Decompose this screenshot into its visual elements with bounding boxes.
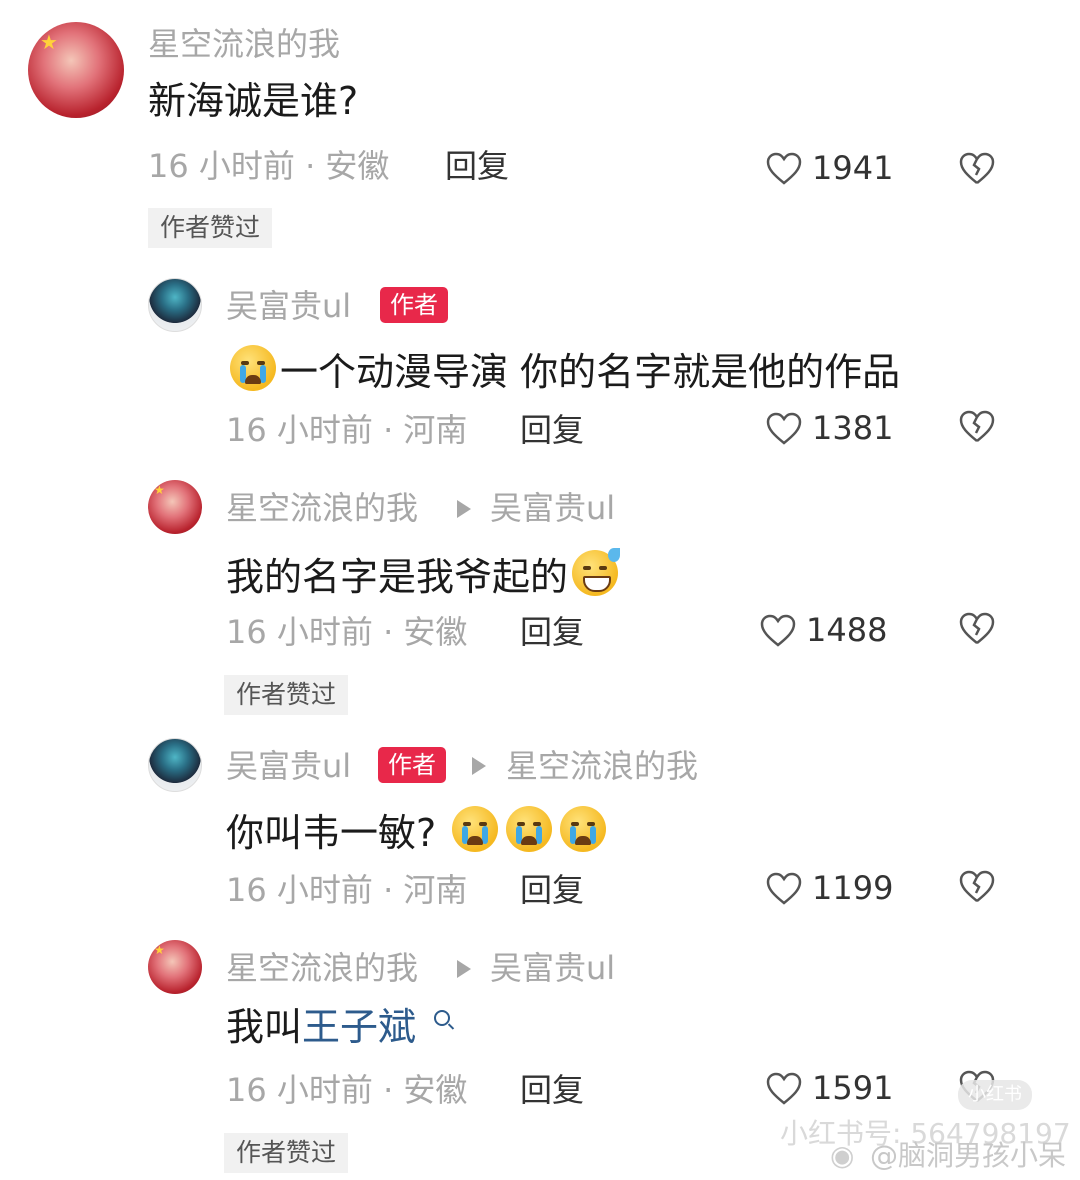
reply-button[interactable]: 回复 — [520, 414, 584, 446]
search-link[interactable]: 王子斌 — [302, 1005, 416, 1049]
reply-button[interactable]: 回复 — [520, 1074, 584, 1106]
comment-text: 新海诚是谁? — [148, 79, 359, 123]
reply-arrow-icon — [457, 960, 471, 978]
like-count: 1941 — [812, 149, 894, 187]
author-liked-badge: 作者赞过 — [224, 1133, 349, 1173]
broken-heart-icon[interactable] — [958, 152, 996, 186]
broken-heart-icon[interactable] — [958, 870, 996, 904]
author-tag: 作者 — [380, 287, 448, 323]
heart-icon — [760, 614, 796, 647]
crying-emoji-icon — [560, 806, 607, 852]
avatar[interactable] — [148, 278, 202, 332]
like-count: 1199 — [812, 869, 894, 907]
broken-heart-icon[interactable] — [958, 410, 996, 444]
heart-icon — [766, 152, 802, 185]
like-button[interactable]: 1591 — [766, 1070, 896, 1110]
grinning-sweat-emoji-icon — [572, 548, 621, 596]
heart-icon — [766, 412, 802, 445]
like-button[interactable]: 1199 — [766, 870, 896, 910]
heart-icon — [766, 1072, 802, 1105]
crying-emoji-icon — [452, 806, 499, 852]
reply-button[interactable]: 回复 — [520, 616, 584, 648]
avatar[interactable]: ★ — [148, 940, 202, 994]
avatar[interactable]: ★ — [28, 22, 124, 118]
weibo-handle-watermark: @脑洞男孩小呆 — [870, 1139, 1067, 1172]
author-liked-badge: 作者赞过 — [224, 675, 349, 715]
like-count: 1488 — [806, 611, 888, 649]
author-liked-badge: 作者赞过 — [148, 208, 273, 248]
comment-meta: 16 小时前 · 河南 — [226, 411, 468, 449]
reply-button[interactable]: 回复 — [445, 150, 509, 182]
reply-arrow-icon — [472, 757, 486, 775]
reply-to-username[interactable]: 吴富贵ul — [490, 492, 615, 524]
crying-emoji-icon — [230, 345, 276, 391]
xiaohongshu-logo: 小红书 — [958, 1080, 1032, 1110]
crying-emoji-icon — [506, 806, 553, 852]
search-icon[interactable] — [434, 1010, 450, 1026]
broken-heart-icon[interactable] — [958, 612, 996, 646]
like-button[interactable]: 1941 — [766, 150, 896, 190]
username[interactable]: 星空流浪的我 — [226, 952, 418, 984]
comment-text: 我的名字是我爷起的 — [226, 548, 622, 596]
username[interactable]: 吴富贵ul — [226, 290, 351, 322]
avatar[interactable] — [148, 738, 202, 792]
username[interactable]: 星空流浪的我 — [226, 492, 418, 524]
avatar[interactable]: ★ — [148, 480, 202, 534]
like-button[interactable]: 1381 — [766, 410, 896, 450]
comment-meta: 16 小时前 · 安徽 — [226, 1071, 468, 1109]
flag-star-icon: ★ — [154, 943, 165, 957]
comment-meta: 16 小时前 · 河南 — [226, 871, 468, 909]
like-count: 1381 — [812, 409, 894, 447]
username[interactable]: 星空流浪的我 — [148, 28, 340, 60]
username[interactable]: 吴富贵ul — [226, 750, 351, 782]
like-count: 1591 — [812, 1069, 894, 1107]
flag-star-icon: ★ — [154, 483, 165, 497]
author-tag: 作者 — [378, 747, 446, 783]
like-button[interactable]: 1488 — [760, 612, 896, 652]
comment-text: 一个动漫导演 你的名字就是他的作品 — [226, 345, 900, 391]
heart-icon — [766, 872, 802, 905]
reply-to-username[interactable]: 星空流浪的我 — [506, 750, 698, 782]
reply-arrow-icon — [457, 500, 471, 518]
comment-text: 我叫王子斌 — [226, 1005, 417, 1049]
comment-meta: 16 小时前 · 安徽 — [226, 613, 468, 651]
reply-to-username[interactable]: 吴富贵ul — [490, 952, 615, 984]
flag-star-icon: ★ — [40, 30, 58, 54]
reply-button[interactable]: 回复 — [520, 874, 584, 906]
comment-text: 你叫韦一敏? — [226, 806, 610, 852]
weibo-logo-icon: ◉ — [830, 1139, 855, 1172]
comment-meta: 16 小时前 · 安徽 — [148, 147, 390, 185]
